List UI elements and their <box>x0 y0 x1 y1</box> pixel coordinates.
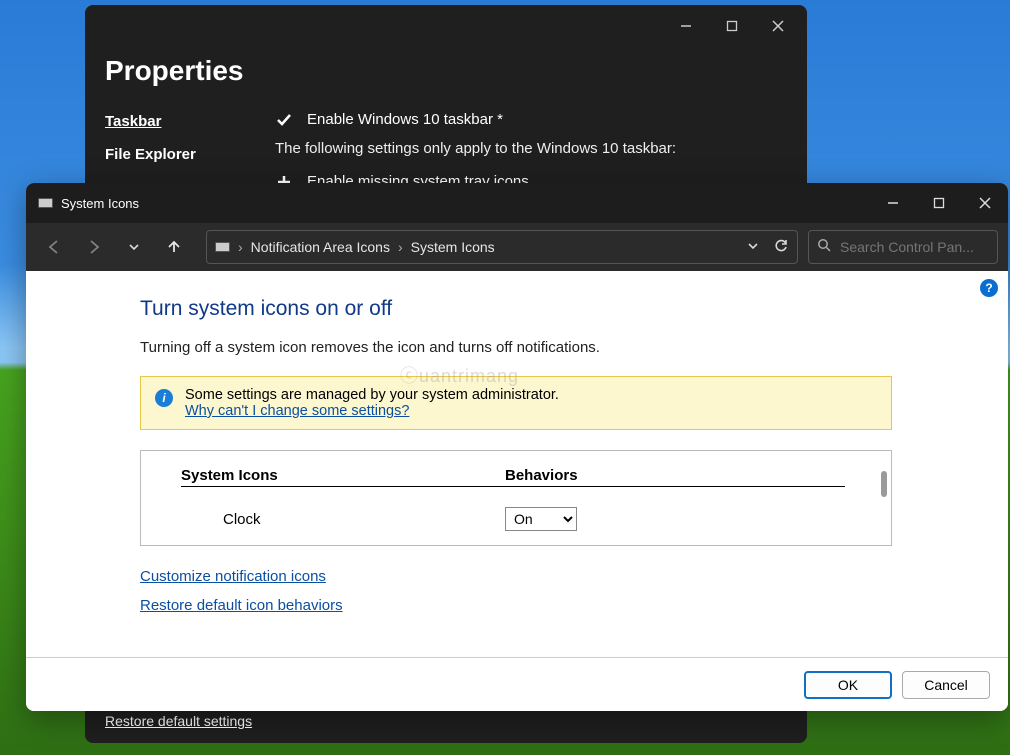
setting-label: Enable Windows 10 taskbar * <box>307 111 503 128</box>
maximize-button[interactable] <box>709 11 755 41</box>
customize-link[interactable]: Customize notification icons <box>140 546 1008 585</box>
sidebar-item-file-explorer[interactable]: File Explorer <box>105 138 265 171</box>
window-title: System Icons <box>61 196 139 211</box>
ok-button[interactable]: OK <box>804 671 892 699</box>
behavior-select[interactable]: On <box>505 507 577 531</box>
cp-titlebar: System Icons <box>26 183 1008 223</box>
chevron-down-icon[interactable] <box>747 239 759 255</box>
cp-footer: OK Cancel <box>26 657 1008 711</box>
chevron-right-icon: › <box>238 239 243 255</box>
properties-titlebar <box>85 5 807 47</box>
minimize-button[interactable] <box>663 11 709 41</box>
restore-defaults-link[interactable]: Restore default settings <box>105 713 252 729</box>
page-subheading: Turning off a system icon removes the ic… <box>140 339 1008 356</box>
table-row: Clock On <box>141 491 891 531</box>
page-heading: Turn system icons on or off <box>140 297 1008 321</box>
column-header-behaviors: Behaviors <box>505 467 845 487</box>
breadcrumb[interactable]: Notification Area Icons <box>251 239 390 255</box>
admin-notice-text: Some settings are managed by your system… <box>185 387 559 403</box>
breadcrumb[interactable]: System Icons <box>411 239 495 255</box>
refresh-icon[interactable] <box>773 238 789 257</box>
admin-notice: i Some settings are managed by your syst… <box>140 376 892 430</box>
forward-button[interactable] <box>76 229 112 265</box>
cancel-button[interactable]: Cancel <box>902 671 990 699</box>
address-bar[interactable]: › Notification Area Icons › System Icons <box>206 230 798 264</box>
check-icon <box>275 112 293 128</box>
icon-name: Clock <box>181 511 505 528</box>
recent-dropdown-button[interactable] <box>116 229 152 265</box>
column-header-system-icons: System Icons <box>181 467 505 487</box>
properties-title: Properties <box>85 47 807 105</box>
search-input[interactable] <box>840 239 989 255</box>
up-button[interactable] <box>156 229 192 265</box>
admin-notice-link[interactable]: Why can't I change some settings? <box>185 403 409 419</box>
cp-content: ? Turn system icons on or off Turning of… <box>26 271 1008 657</box>
setting-row[interactable]: Enable Windows 10 taskbar * <box>275 105 787 134</box>
search-icon <box>817 238 832 256</box>
info-icon: i <box>155 389 173 407</box>
sidebar-item-taskbar[interactable]: Taskbar <box>105 105 265 138</box>
minimize-button[interactable] <box>870 183 916 223</box>
search-box[interactable] <box>808 230 998 264</box>
close-button[interactable] <box>755 11 801 41</box>
chevron-right-icon: › <box>398 239 403 255</box>
back-button[interactable] <box>36 229 72 265</box>
setting-description: The following settings only apply to the… <box>275 134 787 167</box>
scrollbar-thumb[interactable] <box>881 471 887 497</box>
close-button[interactable] <box>962 183 1008 223</box>
icons-table: System Icons Behaviors Clock On <box>140 450 892 546</box>
restore-link[interactable]: Restore default icon behaviors <box>140 585 1008 614</box>
help-icon[interactable]: ? <box>980 279 998 297</box>
maximize-button[interactable] <box>916 183 962 223</box>
control-panel-icon <box>215 242 230 252</box>
cp-toolbar: › Notification Area Icons › System Icons <box>26 223 1008 271</box>
control-panel-icon <box>38 198 53 208</box>
system-icons-window: System Icons › N <box>26 183 1008 711</box>
